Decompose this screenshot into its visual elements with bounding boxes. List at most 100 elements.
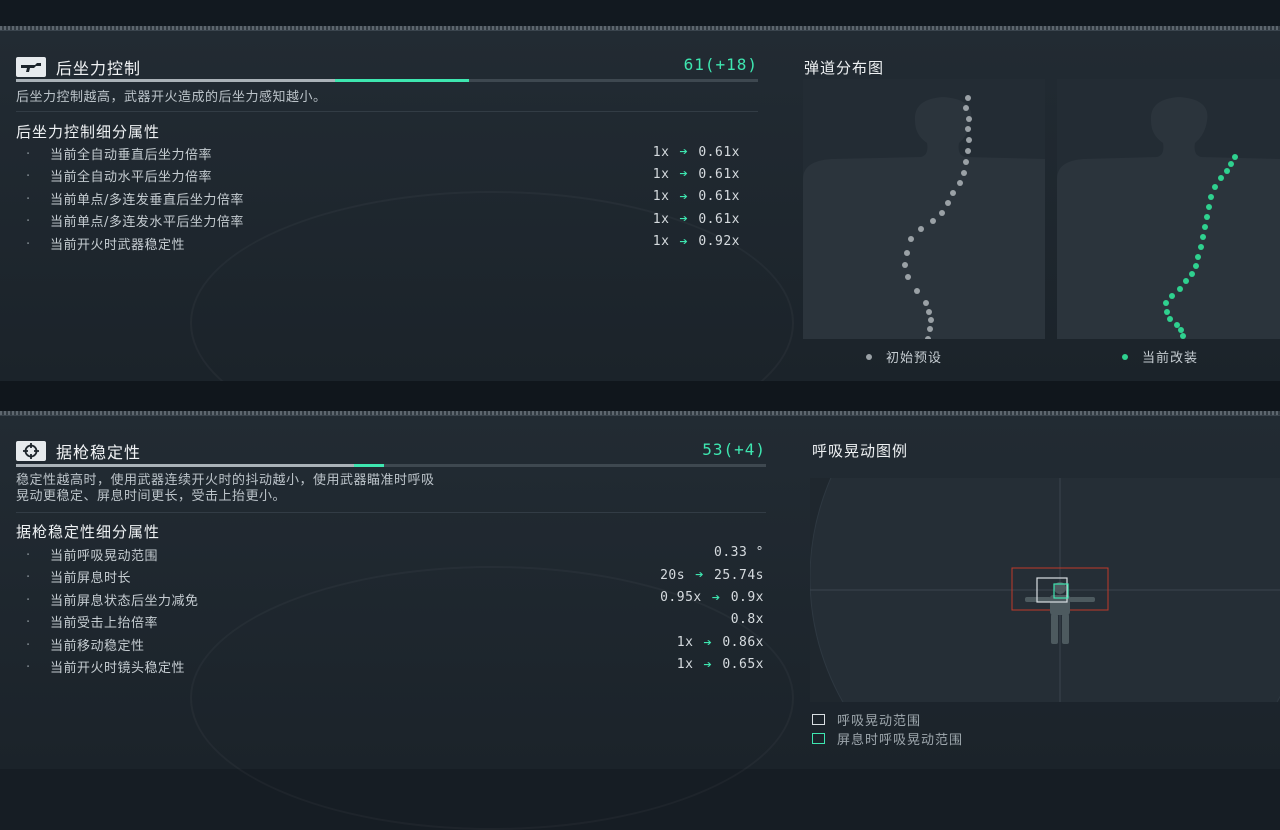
arrow-right-icon: ➔ xyxy=(679,188,689,205)
legend-hold-square xyxy=(812,733,825,744)
sway-title: 呼吸晃动图例 xyxy=(812,442,909,460)
stat-label: 当前呼吸晃动范围 xyxy=(50,549,159,564)
stat-row: · 当前移动稳定性 1x ➔ 0.86x xyxy=(26,634,764,656)
stat-to: 0.61x xyxy=(698,144,740,160)
stat-label: 当前移动稳定性 xyxy=(50,638,145,654)
pattern-default-dot xyxy=(945,200,951,206)
stat-value: 1x ➔ 0.61x xyxy=(653,166,740,182)
pattern-current-dot xyxy=(1208,194,1214,200)
pattern-current-dot xyxy=(1212,184,1218,190)
pattern-current-dot xyxy=(1174,322,1180,328)
stat-label: 当前开火时镜头稳定性 xyxy=(50,660,186,676)
legend-current: 当前改装 xyxy=(1122,347,1198,366)
sway-preview xyxy=(810,478,1280,702)
pattern-default-dot xyxy=(965,148,971,154)
pattern-current-dot xyxy=(1232,154,1238,160)
bullet-icon: · xyxy=(26,659,31,675)
pattern-default-dot xyxy=(963,159,969,165)
stability-score: 53(+4) xyxy=(702,440,766,459)
bullet-icon: · xyxy=(26,191,31,207)
pattern-current-dot xyxy=(1163,300,1169,306)
pattern-current-dot xyxy=(1180,333,1186,339)
legend-current-label: 当前改装 xyxy=(1142,351,1199,366)
stat-row: · 当前屏息时长 20s ➔ 25.74s xyxy=(26,566,764,588)
pattern-title: 弹道分布图 xyxy=(804,59,885,77)
stability-bar-gain xyxy=(353,464,384,467)
pattern-default-dot xyxy=(925,336,931,339)
legend-default-label: 初始预设 xyxy=(886,351,943,366)
stat-row: · 当前屏息状态后坐力减免 0.95x ➔ 0.9x xyxy=(26,589,764,611)
pattern-default-dot xyxy=(904,250,910,256)
recoil-stat-list: · 当前全自动垂直后坐力倍率 1x ➔ 0.61x · 当前全自动水平后坐力倍率 1x ➔ 0.6… xyxy=(26,143,740,255)
stat-label: 当前屏息状态后坐力减免 xyxy=(50,593,199,609)
arrow-right-icon: ➔ xyxy=(711,589,721,606)
pattern-default-dot xyxy=(923,300,929,306)
legend-sway-square xyxy=(812,714,825,725)
stability-progress-bar xyxy=(16,464,766,467)
top-bar xyxy=(0,0,1280,26)
pattern-current-dot xyxy=(1224,168,1230,174)
bullet-icon: · xyxy=(26,615,31,631)
stat-row: · 当前单点/多连发水平后坐力倍率 1x ➔ 0.61x xyxy=(26,210,740,232)
bullet-icon: · xyxy=(26,214,31,230)
stat-label: 当前受击上抬倍率 xyxy=(50,616,159,632)
stat-from: 1x xyxy=(676,657,694,673)
pattern-default-dot xyxy=(965,95,971,101)
stat-value: 1x ➔ 0.61x xyxy=(653,189,740,205)
pattern-current-dot xyxy=(1228,161,1234,167)
stat-to: 0.86x xyxy=(722,635,764,651)
stability-description: 稳定性越高时，使用武器连续开火时的抖动越小，使用武器瞄准时呼吸 晃动更稳定、屏息… xyxy=(16,473,776,505)
pattern-default-dot xyxy=(963,105,969,111)
stat-to: 0.61x xyxy=(698,211,740,227)
stat-from: 1x xyxy=(652,144,670,160)
pattern-default-dot xyxy=(957,180,963,186)
recoil-panel: 后坐力控制 61(+18) 后坐力控制越高，武器开火造成的后坐力感知越小。 后坐… xyxy=(0,30,1280,381)
stat-row: · 当前受击上抬倍率 0.8x xyxy=(26,611,764,633)
bullet-icon: · xyxy=(26,548,31,563)
pattern-current-dot xyxy=(1200,234,1206,240)
recoil-bar-gain xyxy=(335,79,469,82)
stat-to: 0.8x xyxy=(730,612,764,628)
crosshair-icon xyxy=(16,441,46,461)
stat-label: 当前全自动水平后坐力倍率 xyxy=(50,170,213,186)
arrow-right-icon: ➔ xyxy=(695,567,705,584)
stat-value: 1x ➔ 0.61x xyxy=(653,211,740,227)
legend-sway-label: 呼吸晃动范围 xyxy=(837,714,922,729)
stat-from: 1x xyxy=(652,211,670,227)
pattern-default-dot xyxy=(950,190,956,196)
stat-from: 1x xyxy=(652,166,670,182)
stat-label: 当前开火时武器稳定性 xyxy=(50,237,186,253)
pattern-default-dot xyxy=(927,326,933,332)
stat-from: 20s xyxy=(660,567,686,583)
arrow-right-icon: ➔ xyxy=(679,211,689,228)
stat-value: 0.33 ° xyxy=(714,545,764,560)
stat-value: 0.95x ➔ 0.9x xyxy=(660,590,764,606)
stat-from: 1x xyxy=(676,635,694,651)
pattern-current-dot xyxy=(1169,293,1175,299)
pattern-current-dot xyxy=(1204,214,1210,220)
recoil-subtitle: 后坐力控制细分属性 xyxy=(16,123,161,141)
stability-title: 据枪稳定性 xyxy=(56,443,142,462)
arrow-right-icon: ➔ xyxy=(679,166,689,183)
stat-label: 当前屏息时长 xyxy=(50,571,132,587)
recoil-score: 61(+18) xyxy=(683,55,758,74)
stat-to: 0.65x xyxy=(722,657,764,673)
pattern-default-dot xyxy=(965,126,971,132)
stability-subtitle: 据枪稳定性细分属性 xyxy=(16,523,161,541)
pattern-current-dot xyxy=(1195,254,1201,260)
pattern-current-dot xyxy=(1164,309,1170,315)
stat-to: 0.33 ° xyxy=(714,545,764,560)
stat-to: 0.61x xyxy=(698,189,740,205)
legend-hold: 屏息时呼吸晃动范围 xyxy=(812,729,963,748)
pattern-current-dot xyxy=(1198,244,1204,250)
legend-default-dot xyxy=(866,353,872,360)
stat-label: 当前全自动垂直后坐力倍率 xyxy=(50,148,213,163)
stat-value: 1x ➔ 0.92x xyxy=(653,234,740,250)
pattern-default-dot xyxy=(902,262,908,268)
pattern-current-dot xyxy=(1189,271,1195,277)
bullet-icon: · xyxy=(26,592,31,608)
stability-bar-base xyxy=(16,464,354,467)
stat-row: · 当前全自动水平后坐力倍率 1x ➔ 0.61x xyxy=(26,165,740,187)
pattern-current-dot xyxy=(1167,316,1173,322)
sway-scope xyxy=(810,478,1280,702)
